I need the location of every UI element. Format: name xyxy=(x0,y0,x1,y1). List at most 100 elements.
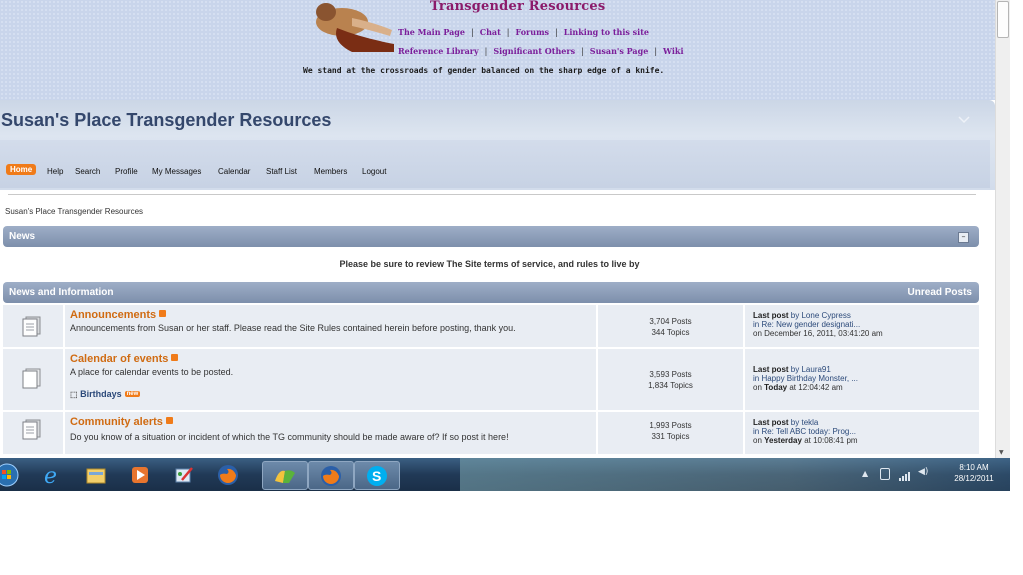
board-name[interactable]: Community alerts xyxy=(70,416,173,428)
lastpost-author: Last post by Lone Cypress xyxy=(753,311,851,320)
board-info-cell: Announcements Announcements from Susan o… xyxy=(65,305,596,347)
board-topics: 1,834 Topics xyxy=(648,381,693,390)
board-description: A place for calendar events to be posted… xyxy=(70,367,234,377)
clock-time: 8:10 AM xyxy=(959,463,989,472)
board-row: Calendar of events A place for calendar … xyxy=(3,349,979,410)
board-stats-cell: 3,704 Posts 344 Topics xyxy=(598,305,743,347)
menu-home-button[interactable]: Home xyxy=(6,164,37,175)
banner-nav-row-2: Reference Library | Significant Others | Sus… xyxy=(398,46,684,56)
banner-link-chat[interactable]: Chat xyxy=(480,27,501,37)
board-stats-cell: 3,593 Posts 1,834 Topics xyxy=(598,349,743,410)
firefox-icon[interactable] xyxy=(214,461,242,488)
child-board-birthdays[interactable]: ⬚ Birthdays new xyxy=(70,389,141,399)
skype-icon[interactable]: S xyxy=(354,461,400,490)
clock-date: 28/12/2011 xyxy=(954,474,994,483)
menu-help[interactable]: Help xyxy=(47,167,63,176)
internet-explorer-icon[interactable]: e xyxy=(38,461,66,488)
news-header-title[interactable]: News xyxy=(9,231,35,242)
board-posts: 3,593 Posts xyxy=(649,370,692,379)
file-explorer-icon[interactable] xyxy=(82,461,110,488)
lastpost-time: on Yesterday at 10:08:41 pm xyxy=(753,436,858,445)
scrollbar-thumb[interactable] xyxy=(997,1,1009,38)
taskbar-clock[interactable]: 8:10 AM 28/12/2011 xyxy=(944,462,1004,484)
lastpost-author: Last post by Laura91 xyxy=(753,365,831,374)
board-lastpost-cell: Last post by tekla in Re: Tell ABC today… xyxy=(745,412,979,454)
news-collapse-icon[interactable]: – xyxy=(958,232,969,243)
board-lastpost-cell: Last post by Lone Cypress in Re: New gen… xyxy=(745,305,979,347)
lastpost-author: Last post by tekla xyxy=(753,418,819,427)
svg-text:e: e xyxy=(44,464,57,486)
windows-live-icon[interactable] xyxy=(262,461,308,490)
child-board-icon: ⬚ xyxy=(70,390,78,399)
banner-link-reference-library[interactable]: Reference Library xyxy=(398,46,479,56)
menu-bar-background xyxy=(0,140,990,188)
banner-link-linking[interactable]: Linking to this site xyxy=(564,27,649,37)
browser-viewport: Transgender Resources The Main Page | Chat… xyxy=(0,0,1023,491)
board-icon-cell xyxy=(3,412,63,454)
board-topics: 344 Topics xyxy=(651,328,690,337)
menu-logout[interactable]: Logout xyxy=(362,167,386,176)
banner-link-significant-others[interactable]: Significant Others xyxy=(493,46,575,56)
banner-nav-row-1: The Main Page | Chat | Forums | Linking to thi… xyxy=(398,27,649,37)
new-badge: new xyxy=(124,391,141,397)
forum-title: Susan's Place Transgender Resources xyxy=(1,110,332,130)
lastpost-time: on December 16, 2011, 03:41:20 am xyxy=(753,329,883,338)
rss-icon[interactable] xyxy=(165,417,173,424)
lastpost-time: on Today at 12:04:42 am xyxy=(753,383,843,392)
menu-staff-list[interactable]: Staff List xyxy=(266,167,297,176)
header-divider xyxy=(8,194,976,195)
board-icon-cell xyxy=(3,305,63,347)
board-icon-cell xyxy=(3,349,63,410)
category-header-bar: News and Information Unread Posts xyxy=(3,282,979,303)
board-posts: 3,704 Posts xyxy=(649,317,692,326)
volume-icon[interactable]: ◀) xyxy=(918,467,928,477)
banner-link-susans-page[interactable]: Susan's Page xyxy=(590,46,649,56)
board-info-cell: Calendar of events A place for calendar … xyxy=(65,349,596,410)
banner-link-forums[interactable]: Forums xyxy=(515,27,549,37)
menu-my-messages[interactable]: My Messages xyxy=(152,167,201,176)
board-name[interactable]: Announcements xyxy=(70,309,167,321)
banner-link-wiki[interactable]: Wiki xyxy=(663,46,683,56)
board-read-icon xyxy=(22,419,41,440)
unread-posts-link[interactable]: Unread Posts xyxy=(908,287,972,298)
board-name[interactable]: Calendar of events xyxy=(70,353,179,365)
board-topics: 331 Topics xyxy=(651,432,690,441)
category-title[interactable]: News and Information xyxy=(9,287,113,298)
lastpost-topic: in Re: Tell ABC today: Prog... xyxy=(753,427,857,436)
collapse-header-chevron-icon[interactable] xyxy=(958,116,970,126)
paint-icon[interactable] xyxy=(170,461,198,488)
menu-profile[interactable]: Profile xyxy=(115,167,138,176)
firefox-active-icon[interactable] xyxy=(308,461,354,490)
lastpost-topic: in Happy Birthday Monster, ... xyxy=(753,374,858,383)
media-player-icon[interactable] xyxy=(126,461,154,488)
banner-link-main-page[interactable]: The Main Page xyxy=(398,27,465,37)
menu-members[interactable]: Members xyxy=(314,167,347,176)
news-header-bar: News – xyxy=(3,226,979,247)
lastpost-topic: in Re: New gender designati... xyxy=(753,320,861,329)
banner-motto: We stand at the crossroads of gender bal… xyxy=(303,66,665,75)
menu-calendar[interactable]: Calendar xyxy=(218,167,250,176)
site-banner: Transgender Resources The Main Page | Chat… xyxy=(0,0,995,100)
scroll-down-arrow-icon[interactable]: ▼ xyxy=(999,449,1004,456)
banner-title: Transgender Resources xyxy=(430,0,606,14)
board-row: Announcements Announcements from Susan o… xyxy=(3,305,979,347)
signal-strength-icon[interactable] xyxy=(898,467,912,486)
board-row: Community alerts Do you know of a situat… xyxy=(3,412,979,454)
board-description: Do you know of a situation or incident o… xyxy=(70,432,509,442)
board-read-icon xyxy=(22,316,41,337)
board-lastpost-cell: Last post by Laura91 in Happy Birthday M… xyxy=(745,349,979,410)
network-icon[interactable] xyxy=(880,468,890,480)
breadcrumb[interactable]: Susan's Place Transgender Resources xyxy=(5,207,143,216)
board-read-icon xyxy=(22,368,41,389)
show-hidden-icons-icon[interactable]: ▲ xyxy=(862,469,868,478)
board-description: Announcements from Susan or her staff. P… xyxy=(70,323,516,333)
menu-search[interactable]: Search xyxy=(75,167,100,176)
vertical-scrollbar[interactable]: ▼ xyxy=(995,0,1010,458)
board-stats-cell: 1,993 Posts 331 Topics xyxy=(598,412,743,454)
svg-text:S: S xyxy=(372,468,381,484)
banner-figure-image xyxy=(316,3,394,52)
news-notice: Please be sure to review The Site terms … xyxy=(339,259,640,269)
rss-icon[interactable] xyxy=(159,310,167,317)
rss-icon[interactable] xyxy=(171,354,179,361)
start-orb-icon[interactable] xyxy=(0,461,20,488)
